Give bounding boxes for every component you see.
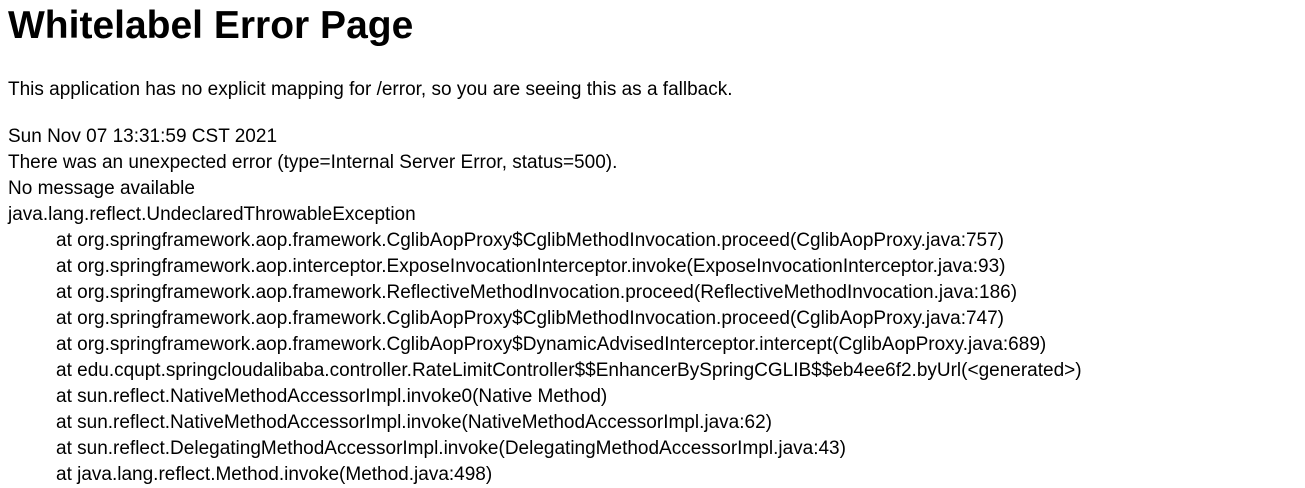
page-title: Whitelabel Error Page <box>8 4 414 47</box>
stack-trace-line: at org.springframework.aop.framework.Cgl… <box>56 334 1047 355</box>
stack-trace-line: at edu.cqupt.springcloudalibaba.controll… <box>56 360 1082 381</box>
error-page: Whitelabel Error Page This application h… <box>0 0 1305 488</box>
stack-trace-line: at org.springframework.aop.framework.Cgl… <box>56 308 1005 329</box>
stack-trace-line: at sun.reflect.NativeMethodAccessorImpl.… <box>56 412 772 433</box>
stack-trace-line: at org.springframework.aop.interceptor.E… <box>56 256 1006 277</box>
exception-name: java.lang.reflect.UndeclaredThrowableExc… <box>8 204 416 225</box>
error-message: No message available <box>8 178 195 199</box>
stack-trace-line: at sun.reflect.NativeMethodAccessorImpl.… <box>56 386 608 407</box>
stack-trace-line: at org.springframework.aop.framework.Ref… <box>56 282 1018 303</box>
error-timestamp: Sun Nov 07 13:31:59 CST 2021 <box>8 126 278 147</box>
stack-trace-line: at sun.reflect.DelegatingMethodAccessorI… <box>56 438 846 459</box>
error-details: Sun Nov 07 13:31:59 CST 2021 There was a… <box>8 124 1305 488</box>
stack-trace-line: at java.lang.reflect.Method.invoke(Metho… <box>56 464 493 485</box>
stack-trace-line: at org.springframework.aop.framework.Cgl… <box>56 230 1005 251</box>
error-summary: There was an unexpected error (type=Inte… <box>8 152 618 173</box>
stack-trace: at org.springframework.aop.framework.Cgl… <box>8 228 1305 488</box>
fallback-notice: This application has no explicit mapping… <box>8 79 733 100</box>
